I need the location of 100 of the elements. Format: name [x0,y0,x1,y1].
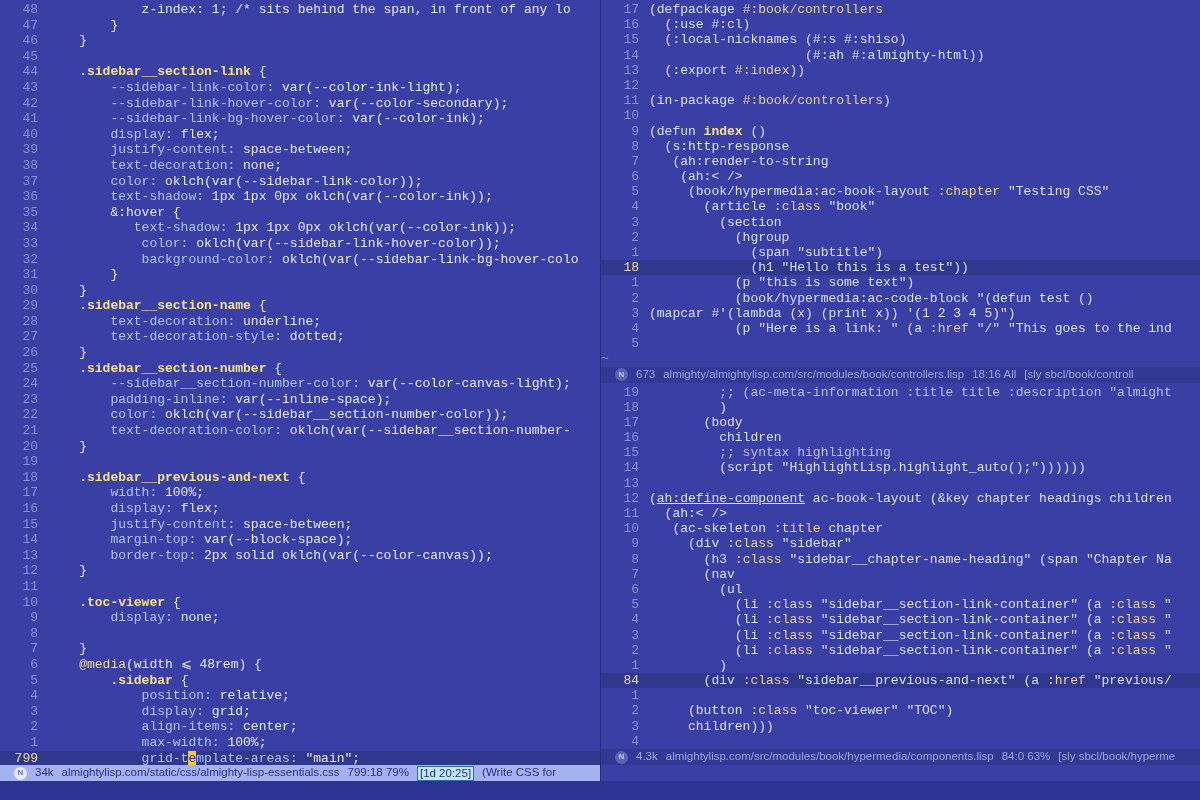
line-number: 12 [21,563,38,579]
line-number: 2 [630,290,639,306]
code-line: .sidebar__previous-and-next { [78,469,306,486]
line-number: 11 [622,506,639,522]
line-number: 5 [630,184,639,200]
mode-badge: N [615,368,628,381]
cursor-position: 84:0 63% [1001,749,1051,765]
line-number: 18 [21,469,38,486]
code-line: (body [702,414,743,431]
code-line: text-decoration: underline; [109,313,322,330]
code-line: .toc-viewer { [78,594,181,611]
code-line: &:hover { [109,204,181,221]
line-number: 17 [622,2,639,18]
code-line: ;; syntax highlighting [718,445,891,461]
line-number: 5 [630,336,639,352]
line-number: 2 [630,642,639,658]
line-number: 10 [622,108,639,124]
code-line: (button :class "toc-viewer" "TOC") [687,703,954,719]
code-line: ) [718,657,727,674]
code-line: (li :class "sidebar__section-link-container" (a :class " [733,627,1172,643]
buffer-size: 34k [35,765,54,781]
code-line: .sidebar__section-number { [78,360,283,377]
line-number: 4 [630,612,639,628]
line-number: 19 [622,384,639,400]
line-number: 8 [630,138,639,154]
code-line: (h1 "Hello this is a test")) [749,260,969,276]
line-number: 6 [29,656,38,673]
code-line: padding-inline: var(--inline-space); [109,391,392,408]
buffer-size: 4.3k [636,749,658,765]
line-number: 23 [21,391,38,408]
code-line: (defun index () [649,123,767,139]
code-line: z-index: 1; /* sits behind the span, in front of any lo [140,2,571,18]
line-number: 43 [21,79,38,96]
code-line: } [78,33,87,49]
code-line: border-top: 2px solid oklch(var(--color-canvas)); [109,547,493,564]
code-line: position: relative; [140,688,290,704]
line-number: 44 [21,64,38,80]
line-number: 17 [622,414,639,431]
code-line: text-decoration: none; [109,157,283,174]
code-line: color: oklch(var(--sidebar-link-hover-color)); [140,235,501,252]
mode-badge: N [615,750,628,764]
line-number: 3 [630,305,639,321]
code-line: children))) [687,718,774,734]
line-number: 5 [29,672,38,689]
code-line: ;; (ac-meta-information :title title :description "almight [718,384,1172,400]
code-line: (book/hypermedia:ac-code-block "(defun test () [733,290,1094,306]
code-line: grid-template-areas: "main"; [140,750,361,765]
line-number: 32 [21,251,38,268]
line-number: 8 [630,551,639,567]
code-line: } [78,282,87,299]
file-path: almighty/almightylisp.com/src/modules/book/controllers.lisp [663,366,965,382]
line-number: 29 [21,298,38,314]
line-number: 48 [21,2,38,18]
line-number: 9 [630,536,639,552]
line-number: 15 [622,445,639,461]
code-line: } [78,563,87,579]
line-number: 17 [21,485,38,501]
code-line: (script "HighlightLisp.highlight_auto();")))))) [718,460,1086,476]
code-line: (ah:< /> [679,169,743,185]
line-number: 27 [21,329,38,346]
line-number: 14 [622,47,639,63]
line-number: 47 [21,17,38,34]
code-line: (in-package #:book/controllers) [649,93,891,109]
line-number: 24 [21,376,38,392]
line-number: 18 [622,260,639,276]
line-number: 7 [630,566,639,582]
code-line: (:export #:index)) [663,62,806,78]
line-number: 45 [21,48,38,65]
code-line: (s:http-response [663,138,790,154]
code-line: } [78,641,87,657]
line-number: 46 [21,33,38,49]
code-line: display: flex; [109,126,220,143]
code-line: text-shadow: 1px 1px 0px oklch(var(--color-ink)); [132,220,517,236]
line-number: 19 [21,454,38,470]
line-number: 14 [21,532,38,548]
line-number: 13 [21,547,38,564]
code-line: (span "subtitle") [749,245,884,261]
code-line: color: oklch(var(--sidebar__section-number-color)); [109,407,509,424]
line-number: 38 [21,157,38,174]
code-line: background-color: oklch(var(--sidebar-link-bg-hover-colo [140,251,579,268]
line-number: 41 [21,111,38,127]
line-number: 18 [622,399,639,415]
code-line: margin-top: var(--block-space); [109,532,353,548]
code-line: (nav [702,566,735,582]
line-number: 10 [622,521,639,537]
code-line: display: flex; [109,501,220,517]
code-line: (div :class "sidebar__previous-and-next" (a :href "previous/ [702,673,1172,689]
line-number: 13 [622,475,639,491]
code-line: (ah:< /> [663,506,727,522]
line-number: 6 [630,581,639,598]
line-number: 2 [630,703,639,719]
code-line: .sidebar { [109,672,189,689]
line-number: 21 [21,423,38,439]
code-line: (p "Here is a link: " (a :href "/" "This goes to the ind [733,320,1172,337]
code-line: align-items: center; [140,719,298,735]
code-line: (#:ah #:almighty-html)) [804,47,985,63]
process-name: [sly sbcl/book/hyperme [1058,749,1176,765]
line-number: 11 [622,93,639,109]
line-number: 4 [630,199,639,215]
line-number: 2 [630,229,639,245]
